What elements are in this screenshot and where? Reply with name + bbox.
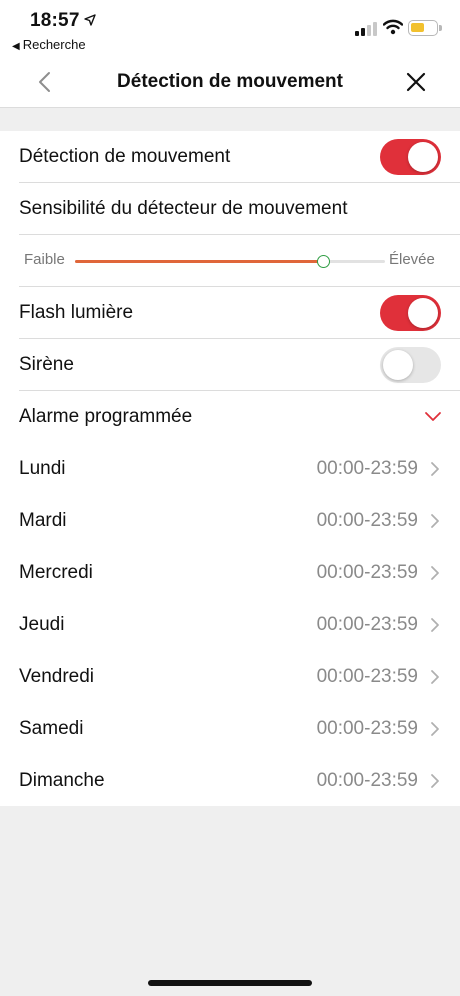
page-title: Détection de mouvement [117, 71, 343, 92]
day-label: Mardi [19, 510, 67, 531]
day-row-4[interactable]: Vendredi 00:00-23:59 [0, 651, 460, 703]
signal-icon [355, 22, 377, 36]
day-row-0[interactable]: Lundi 00:00-23:59 [0, 443, 460, 495]
day-row-5[interactable]: Samedi 00:00-23:59 [0, 703, 460, 755]
day-row-2[interactable]: Mercredi 00:00-23:59 [0, 547, 460, 599]
settings-list: Détection de mouvement Sensibilité du dé… [0, 131, 460, 806]
flash-light-row: Flash lumière [0, 287, 460, 339]
day-time-range: 00:00-23:59 [316, 510, 418, 531]
home-indicator [148, 980, 312, 986]
toggle-knob [408, 298, 438, 328]
slider-thumb[interactable] [317, 255, 330, 268]
day-row-3[interactable]: Jeudi 00:00-23:59 [0, 599, 460, 651]
day-label: Mercredi [19, 562, 93, 583]
day-time-range: 00:00-23:59 [316, 718, 418, 739]
battery-level [411, 23, 424, 32]
screen: 18:57 ◀Recherche Détection de mouvement [0, 0, 460, 996]
wifi-icon [383, 19, 403, 35]
flash-light-label: Flash lumière [19, 302, 134, 323]
sensitivity-label: Sensibilité du détecteur de mouvement [19, 198, 348, 219]
motion-detection-row: Détection de mouvement [0, 131, 460, 183]
day-time-range: 00:00-23:59 [316, 614, 418, 635]
day-label: Vendredi [19, 666, 95, 687]
back-to-app-link[interactable]: ◀ Recherche [12, 37, 86, 52]
chevron-right-icon [431, 722, 439, 736]
chevron-right-icon [431, 670, 439, 684]
chevron-right-icon [431, 514, 439, 528]
day-label: Dimanche [19, 770, 105, 791]
slider-fill [75, 260, 323, 263]
battery-icon [408, 20, 442, 36]
toggle-knob [408, 142, 438, 172]
scheduled-alarm-row[interactable]: Alarme programmée [0, 391, 460, 443]
day-time-range: 00:00-23:59 [316, 770, 418, 791]
scheduled-alarm-label: Alarme programmée [19, 406, 193, 427]
chevron-down-icon[interactable] [424, 409, 442, 423]
day-row-6[interactable]: Dimanche 00:00-23:59 [0, 755, 460, 807]
sensitivity-slider-row: Faible Élevée [0, 235, 460, 287]
flash-light-toggle[interactable] [380, 295, 441, 331]
slider-low-label: Faible [24, 251, 65, 268]
back-triangle-icon: ◀ [12, 41, 20, 52]
status-time: 18:57 [30, 10, 80, 31]
chevron-right-icon [431, 618, 439, 632]
chevron-right-icon [431, 462, 439, 476]
day-label: Jeudi [19, 614, 65, 635]
siren-label: Sirène [19, 354, 74, 375]
siren-toggle[interactable] [380, 347, 441, 383]
siren-row: Sirène [0, 339, 460, 391]
close-icon[interactable] [402, 68, 430, 96]
nav-bar: Détection de mouvement [0, 56, 460, 108]
back-app-label: Recherche [22, 37, 86, 52]
chevron-right-icon [431, 566, 439, 580]
toggle-knob [383, 350, 413, 380]
day-time-range: 00:00-23:59 [316, 666, 418, 687]
day-row-1[interactable]: Mardi 00:00-23:59 [0, 495, 460, 547]
day-time-range: 00:00-23:59 [316, 458, 418, 479]
motion-detection-label: Détection de mouvement [19, 146, 231, 167]
sensitivity-slider[interactable] [75, 255, 385, 268]
day-label: Samedi [19, 718, 84, 739]
status-bar: 18:57 ◀ Recherche [0, 0, 460, 56]
location-arrow-icon [84, 14, 96, 26]
chevron-right-icon [431, 774, 439, 788]
day-label: Lundi [19, 458, 66, 479]
slider-high-label: Élevée [389, 251, 435, 268]
motion-detection-toggle[interactable] [380, 139, 441, 175]
day-time-range: 00:00-23:59 [316, 562, 418, 583]
sensitivity-row: Sensibilité du détecteur de mouvement [0, 183, 460, 235]
section-gap [0, 109, 460, 131]
